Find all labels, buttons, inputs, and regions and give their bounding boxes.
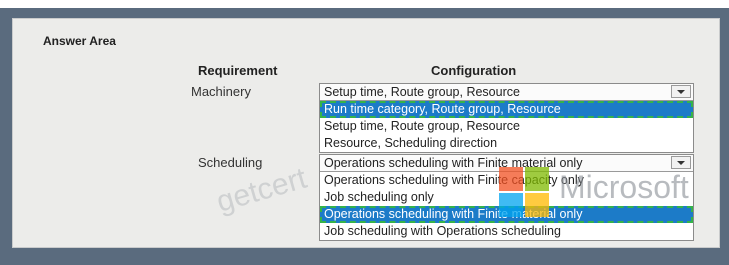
machinery-option[interactable]: Setup time, Route group, Resource (320, 118, 693, 135)
logo-square-red (499, 167, 523, 191)
scheduling-option[interactable]: Job scheduling with Operations schedulin… (320, 223, 693, 240)
chevron-down-icon[interactable] (671, 156, 691, 169)
top-strip (0, 0, 729, 8)
logo-square-yellow (525, 193, 549, 217)
answer-area-panel: Answer Area Requirement Configuration Ma… (12, 18, 720, 248)
machinery-selected-text: Setup time, Route group, Resource (324, 85, 520, 99)
chevron-down-icon[interactable] (671, 85, 691, 98)
logo-wordmark: Microsoft (559, 169, 689, 205)
scheduling-label: Scheduling (198, 155, 263, 170)
machinery-label: Machinery (191, 84, 251, 99)
machinery-option[interactable]: Run time category, Route group, Resource (320, 101, 693, 118)
machinery-selected[interactable]: Setup time, Route group, Resource (320, 84, 693, 101)
machinery-option[interactable]: Resource, Scheduling direction (320, 135, 693, 152)
configuration-header: Configuration (431, 63, 517, 78)
requirement-header: Requirement (198, 63, 278, 78)
watermark-text: getcert (213, 161, 311, 219)
logo-square-green (525, 167, 549, 191)
machinery-dropdown[interactable]: Setup time, Route group, Resource Run ti… (319, 83, 694, 153)
logo-square-blue (499, 193, 523, 217)
answer-area-title: Answer Area (43, 34, 116, 48)
